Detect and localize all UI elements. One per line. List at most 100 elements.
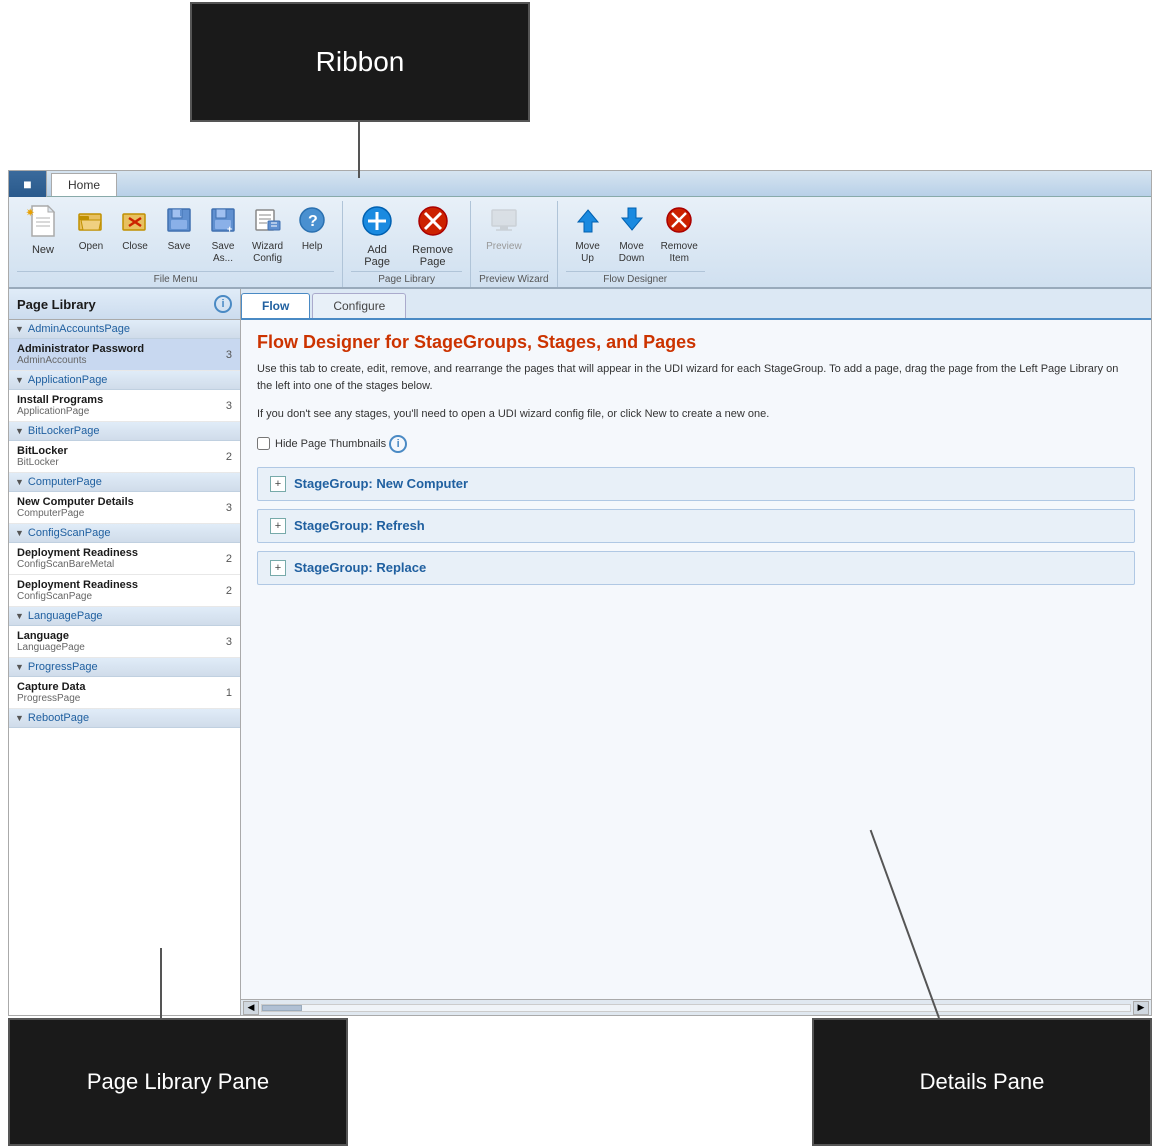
save-label: Save xyxy=(168,241,191,253)
category-language[interactable]: ▼ LanguagePage xyxy=(9,607,240,626)
flow-designer-title: Flow Designer for StageGroups, Stages, a… xyxy=(257,332,1135,353)
expand-icon[interactable]: + xyxy=(270,476,286,492)
category-label: ComputerPage xyxy=(28,476,102,488)
wizard-config-icon xyxy=(254,206,282,239)
lib-item-title: Deployment Readiness xyxy=(17,547,138,559)
list-item[interactable]: Deployment Readiness ConfigScanBareMetal… xyxy=(9,543,240,575)
lib-item-info: Capture Data ProgressPage xyxy=(17,681,85,704)
preview-icon xyxy=(490,206,518,239)
new-label: New xyxy=(32,244,54,256)
list-item[interactable]: Language LanguagePage 3 xyxy=(9,626,240,658)
help-icon: ? xyxy=(298,206,326,239)
details-pane-box: Details Pane xyxy=(812,1018,1152,1146)
scrollbar-track[interactable] xyxy=(261,1004,1131,1012)
category-bitlocker[interactable]: ▼ BitLockerPage xyxy=(9,422,240,441)
page-library-header: Page Library i xyxy=(9,289,240,320)
category-computer[interactable]: ▼ ComputerPage xyxy=(9,473,240,492)
remove-page-icon xyxy=(416,204,450,244)
move-down-button[interactable]: Move Down xyxy=(610,201,654,268)
category-arrow: ▼ xyxy=(15,375,24,385)
horizontal-scrollbar[interactable]: ◀ ▶ xyxy=(241,999,1151,1015)
tab-bar: Flow Configure xyxy=(241,289,1151,320)
scrollbar-thumb[interactable] xyxy=(262,1005,302,1011)
flow-content: Flow Designer for StageGroups, Stages, a… xyxy=(241,320,1151,999)
scrollbar-right-arrow[interactable]: ▶ xyxy=(1133,1001,1149,1015)
remove-item-button[interactable]: Remove Item xyxy=(654,201,705,268)
list-item[interactable]: BitLocker BitLocker 2 xyxy=(9,441,240,473)
category-progress[interactable]: ▼ ProgressPage xyxy=(9,658,240,677)
help-button[interactable]: ? Help xyxy=(290,201,334,256)
lib-item-title: Deployment Readiness xyxy=(17,579,138,591)
category-arrow: ▼ xyxy=(15,528,24,538)
remove-item-label: Remove Item xyxy=(661,241,698,265)
hide-thumbnails-checkbox[interactable] xyxy=(257,437,270,450)
close-label: Close xyxy=(122,241,148,253)
bottom-labels: Page Library Pane Details Pane xyxy=(8,1018,1152,1146)
expand-icon[interactable]: + xyxy=(270,518,286,534)
page-library-info-icon[interactable]: i xyxy=(214,295,232,313)
tab-configure[interactable]: Configure xyxy=(312,293,406,318)
hide-thumbnails-info-icon[interactable]: i xyxy=(389,435,407,453)
ribbon-group-page-library-items: Add Page Remove Page xyxy=(351,201,462,271)
preview-label: Preview xyxy=(486,241,522,253)
preview-button[interactable]: Preview xyxy=(479,201,529,256)
main-content-area: Flow Configure Flow Designer for StageGr… xyxy=(241,289,1151,1015)
remove-page-button[interactable]: Remove Page xyxy=(403,201,462,271)
new-icon xyxy=(26,204,60,244)
office-button[interactable]: ■ xyxy=(9,171,47,197)
tab-flow[interactable]: Flow xyxy=(241,293,310,318)
category-arrow: ▼ xyxy=(15,713,24,723)
add-page-button[interactable]: Add Page xyxy=(351,201,403,271)
category-arrow: ▼ xyxy=(15,426,24,436)
ribbon-toolbar: New Open xyxy=(9,197,1151,289)
category-admin-accounts[interactable]: ▼ AdminAccountsPage xyxy=(9,320,240,339)
open-button[interactable]: Open xyxy=(69,201,113,256)
flow-desc-2: If you don't see any stages, you'll need… xyxy=(257,406,1135,423)
close-button[interactable]: Close xyxy=(113,201,157,256)
lib-item-info: Language LanguagePage xyxy=(17,630,85,653)
lib-item-sub: ProgressPage xyxy=(17,693,85,704)
category-reboot[interactable]: ▼ RebootPage xyxy=(9,709,240,728)
save-as-icon: + xyxy=(209,206,237,239)
move-up-button[interactable]: Move Up xyxy=(566,201,610,268)
lib-item-info: Deployment Readiness ConfigScanBareMetal xyxy=(17,547,138,570)
new-button[interactable]: New xyxy=(17,201,69,259)
list-item[interactable]: Capture Data ProgressPage 1 xyxy=(9,677,240,709)
home-tab[interactable]: Home xyxy=(51,173,117,196)
add-page-icon xyxy=(360,204,394,244)
ribbon-group-flow-items: Move Up Move Down xyxy=(566,201,705,271)
lib-item-count: 3 xyxy=(218,349,232,361)
list-item[interactable]: Administrator Password AdminAccounts 3 xyxy=(9,339,240,371)
hide-thumbnails-label: Hide Page Thumbnails xyxy=(275,438,386,450)
stage-group-header[interactable]: + StageGroup: New Computer xyxy=(258,468,1134,500)
open-icon xyxy=(77,206,105,239)
category-application[interactable]: ▼ ApplicationPage xyxy=(9,371,240,390)
save-as-button[interactable]: + Save As... xyxy=(201,201,245,268)
lib-item-count: 2 xyxy=(218,585,232,597)
stage-group-label: StageGroup: New Computer xyxy=(294,476,468,491)
category-label: ProgressPage xyxy=(28,661,98,673)
flow-desc-1: Use this tab to create, edit, remove, an… xyxy=(257,361,1135,394)
list-item[interactable]: Install Programs ApplicationPage 3 xyxy=(9,390,240,422)
expand-icon[interactable]: + xyxy=(270,560,286,576)
list-item[interactable]: Deployment Readiness ConfigScanPage 2 xyxy=(9,575,240,607)
wizard-config-button[interactable]: Wizard Config xyxy=(245,201,290,268)
ribbon-label-text: Ribbon xyxy=(316,46,405,78)
save-button[interactable]: Save xyxy=(157,201,201,256)
stage-group-header[interactable]: + StageGroup: Refresh xyxy=(258,510,1134,542)
scrollbar-left-arrow[interactable]: ◀ xyxy=(243,1001,259,1015)
move-up-label: Move Up xyxy=(575,241,599,265)
list-item[interactable]: New Computer Details ComputerPage 3 xyxy=(9,492,240,524)
lib-item-info: BitLocker BitLocker xyxy=(17,445,68,468)
stage-group-label: StageGroup: Refresh xyxy=(294,518,425,533)
save-as-label: Save As... xyxy=(212,241,235,265)
lib-item-count: 3 xyxy=(218,636,232,648)
office-icon: ■ xyxy=(23,176,31,192)
lib-item-count: 2 xyxy=(218,451,232,463)
ribbon-group-flow-designer: Move Up Move Down xyxy=(562,201,713,287)
stage-group-header[interactable]: + StageGroup: Replace xyxy=(258,552,1134,584)
lib-item-title: Administrator Password xyxy=(17,343,144,355)
category-configscan[interactable]: ▼ ConfigScanPage xyxy=(9,524,240,543)
category-arrow: ▼ xyxy=(15,662,24,672)
remove-page-label: Remove Page xyxy=(412,244,453,268)
